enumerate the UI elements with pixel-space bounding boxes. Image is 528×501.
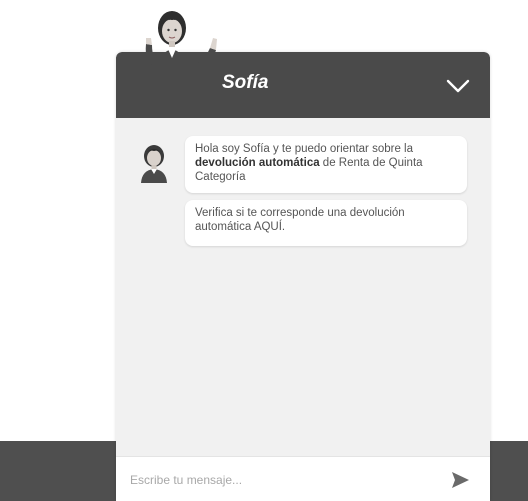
- message-input[interactable]: [128, 467, 432, 493]
- assistant-mascot: [134, 4, 234, 100]
- assistant-mascot-illustration: [145, 11, 217, 100]
- send-icon: [452, 472, 469, 488]
- message-text-bold: devolución automática: [195, 157, 320, 169]
- assistant-avatar: [136, 143, 172, 183]
- message-composer: [116, 456, 490, 501]
- chat-messages: Hola soy Sofía y te puedo orientar sobre…: [116, 118, 490, 456]
- message-text: Verifica si te corresponde una devolució…: [195, 207, 405, 233]
- send-button[interactable]: [449, 469, 471, 491]
- chat-window: Sofía Hola soy Sofía y te puedo orientar…: [116, 52, 490, 501]
- chevron-down-icon: [446, 79, 470, 93]
- assistant-message: Hola soy Sofía y te puedo orientar sobre…: [185, 136, 467, 193]
- assistant-avatar-icon: [141, 145, 167, 183]
- message-text: Hola soy Sofía y te puedo orientar sobre…: [195, 143, 413, 155]
- collapse-button[interactable]: [442, 70, 474, 102]
- assistant-message-link[interactable]: Verifica si te corresponde una devolució…: [185, 200, 467, 246]
